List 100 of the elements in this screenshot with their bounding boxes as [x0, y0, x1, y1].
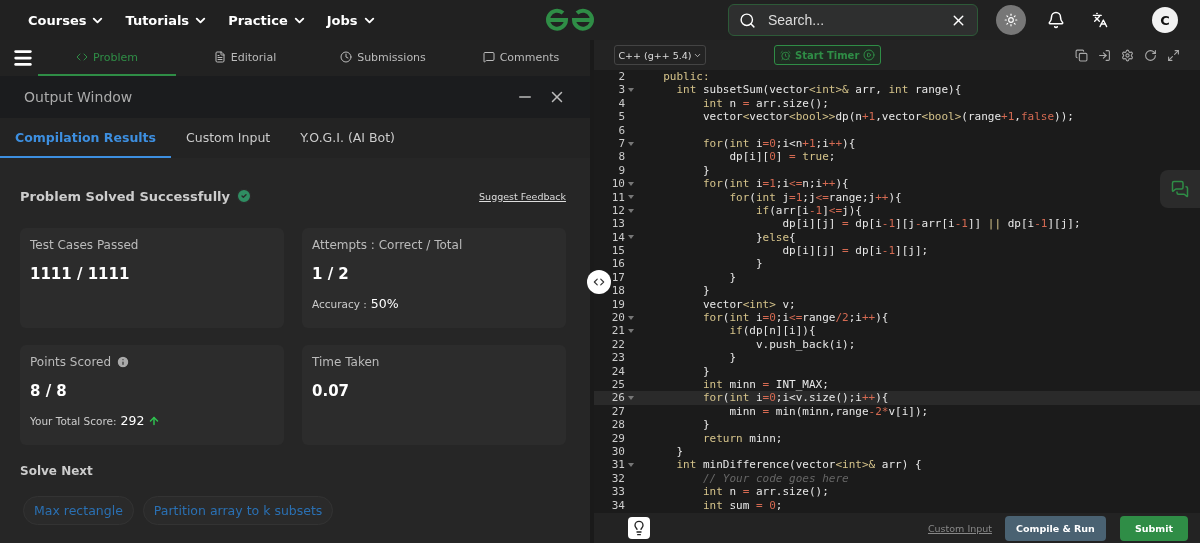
- lightbulb-icon[interactable]: [628, 517, 650, 539]
- sign-in-icon[interactable]: [1098, 48, 1111, 62]
- chat-button[interactable]: [1160, 170, 1200, 208]
- line-number: 9: [617, 163, 625, 178]
- output-tab[interactable]: Compilation Results: [0, 118, 171, 158]
- line-number: 8: [617, 150, 625, 164]
- line-number: 19: [610, 297, 625, 312]
- code-text: int subsetSum(vector<int>& arr, int range){: [675, 83, 962, 97]
- alarm-clock-icon: [780, 49, 791, 61]
- code-text: for(int i=1;i<=n;i++){: [701, 177, 849, 191]
- code-editor[interactable]: [594, 70, 1200, 513]
- fold-caret-icon[interactable]: [628, 208, 634, 213]
- search-field[interactable]: Search...: [728, 4, 978, 36]
- fold-caret-icon[interactable]: [628, 396, 634, 401]
- nav-menu[interactable]: Courses: [28, 12, 106, 28]
- line-number: 12: [610, 203, 625, 218]
- code-text: dp[i][0] = true;: [728, 150, 836, 164]
- problem-tab[interactable]: Editorial: [176, 40, 314, 76]
- code-text: }: [701, 364, 710, 378]
- line-number: 10: [610, 177, 625, 191]
- code-text: }: [728, 351, 737, 365]
- stat-extra-value: 292: [120, 413, 145, 428]
- output-tab[interactable]: Y.O.G.I. (AI Bot): [285, 118, 410, 158]
- code-text: public:: [662, 70, 710, 84]
- fold-caret-icon[interactable]: [628, 181, 634, 186]
- code-text: int sum = 0;: [701, 498, 783, 512]
- settings-icon[interactable]: [1121, 48, 1134, 62]
- fold-caret-icon[interactable]: [628, 315, 634, 320]
- code-text: }: [701, 418, 710, 432]
- suggest-feedback-link[interactable]: Suggest Feedback: [479, 190, 566, 202]
- line-number: 14: [610, 230, 625, 245]
- user-avatar[interactable]: C: [1152, 7, 1178, 33]
- line-number: 31: [610, 458, 625, 472]
- stat-label: Points Scored: [30, 355, 112, 369]
- document-icon: [213, 51, 226, 63]
- language-select[interactable]: C++ (g++ 5.4): [614, 45, 706, 65]
- line-number: 28: [610, 418, 625, 432]
- fold-caret-icon[interactable]: [628, 195, 634, 200]
- code-text: return minn;: [701, 431, 783, 445]
- nav-menu[interactable]: Jobs: [326, 12, 377, 28]
- nav-menu[interactable]: Practice: [228, 12, 307, 28]
- custom-input-link[interactable]: Custom Input: [927, 522, 992, 534]
- theme-toggle-button[interactable]: [996, 5, 1026, 35]
- line-number: 26: [610, 391, 625, 405]
- code-text: for(int j=1;j<=range;j++){: [728, 190, 902, 204]
- stat-extra-label: Accuracy :: [312, 297, 367, 310]
- fold-caret-icon[interactable]: [628, 463, 634, 467]
- code-icon: [76, 51, 88, 63]
- code-text: int minn = INT_MAX;: [701, 378, 829, 392]
- section-title: Solve Next: [20, 464, 94, 478]
- status-message: Problem Solved Successfully: [20, 188, 230, 204]
- line-number: 33: [610, 485, 625, 499]
- fold-caret-icon[interactable]: [628, 235, 634, 240]
- code-text: int n = arr.size();: [701, 485, 829, 499]
- code-text: minn = min(minn,range-2*v[i]);: [728, 404, 929, 419]
- stat-label: Attempts : Correct / Total: [312, 238, 463, 252]
- fullscreen-icon[interactable]: [1167, 48, 1180, 62]
- line-number: 22: [610, 337, 625, 352]
- code-text: for(int i=0;i<v.size();i++){: [701, 391, 889, 405]
- fold-caret-icon[interactable]: [628, 329, 634, 334]
- stat-value: 0.07: [312, 382, 350, 400]
- code-text: v.push_back(i);: [754, 337, 856, 352]
- play-icon: [863, 49, 876, 61]
- line-number: 20: [610, 311, 625, 325]
- code-text: }: [728, 270, 737, 285]
- compile-run-button[interactable]: Compile & Run: [1005, 515, 1106, 541]
- fold-caret-icon[interactable]: [628, 141, 634, 146]
- line-number: 29: [610, 431, 625, 445]
- code-text: if(arr[i-1]<=j){: [754, 203, 862, 218]
- nav-menu[interactable]: Tutorials: [125, 12, 209, 28]
- code-text: if(dp[n][i]){: [728, 324, 816, 338]
- stat-label: Test Cases Passed: [30, 238, 139, 252]
- problem-tab[interactable]: Comments: [452, 40, 590, 76]
- line-number: 23: [610, 351, 625, 365]
- output-window-title: Output Window: [24, 89, 133, 105]
- line-number: 6: [617, 123, 625, 137]
- info-icon[interactable]: [116, 355, 131, 369]
- logo-icon[interactable]: [544, 7, 596, 33]
- search-input[interactable]: Search...: [766, 11, 940, 29]
- code-text: dp[i][j] = dp[i-1][j];: [781, 244, 929, 258]
- line-number: 32: [610, 471, 625, 486]
- problem-tab[interactable]: Submissions: [314, 40, 452, 76]
- stat-label: Time Taken: [312, 355, 380, 369]
- line-number: 7: [617, 136, 625, 151]
- chat-icon: [482, 51, 495, 63]
- stat-value: 1 / 2: [312, 265, 350, 283]
- code-text: vector<int> v;: [701, 297, 796, 312]
- output-tab[interactable]: Custom Input: [171, 118, 286, 158]
- line-number: 11: [610, 190, 625, 204]
- line-number: 4: [617, 96, 625, 111]
- code-text: }: [701, 284, 710, 298]
- code-text: }: [701, 163, 710, 178]
- line-number: 15: [610, 244, 625, 258]
- reset-icon[interactable]: [1144, 48, 1157, 62]
- line-number: 24: [610, 364, 625, 378]
- line-number: 30: [610, 444, 625, 459]
- chat-icon: [1171, 180, 1189, 198]
- submit-button[interactable]: Submit: [1119, 515, 1188, 541]
- copy-icon[interactable]: [1075, 48, 1088, 62]
- fold-caret-icon[interactable]: [628, 88, 634, 93]
